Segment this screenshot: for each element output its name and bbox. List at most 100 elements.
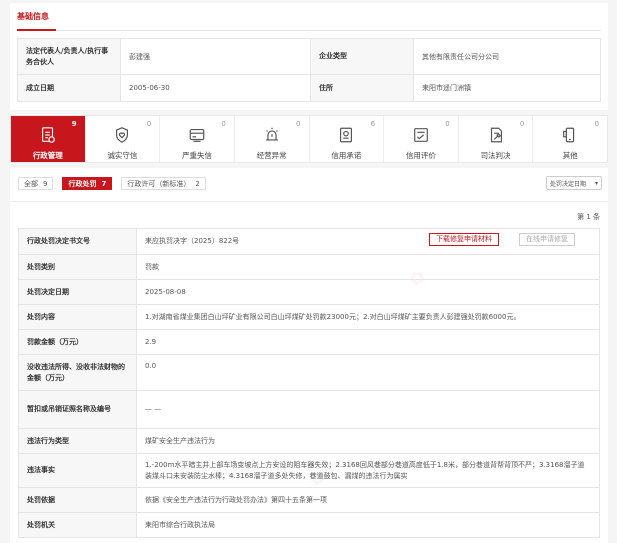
chevron-down-icon: ▾ bbox=[594, 180, 598, 187]
filter-all[interactable]: 全部 9 bbox=[18, 177, 54, 190]
decision-no-label: 行政处罚决定书文号 bbox=[18, 228, 137, 255]
table-row: 违法事实 1.-200m水平暗主井上部车场变坡点上方安设的阻车器失效；2.316… bbox=[18, 453, 600, 488]
tab-label: 其他 bbox=[562, 151, 578, 160]
tab-count: 0 bbox=[445, 120, 450, 128]
badge-doc-icon bbox=[336, 125, 356, 145]
table-row: 处罚类别 罚款 bbox=[18, 254, 600, 280]
penalty-basis-value: 依据《安全生产违法行为行政处罚办法》第四十五条第一项 bbox=[136, 487, 600, 513]
tab-admin-management[interactable]: 9 行政管理 bbox=[11, 116, 86, 162]
tab-count: 6 bbox=[370, 120, 376, 128]
fine-amount-value: 2.9 bbox=[136, 329, 600, 355]
tab-other[interactable]: 0 其他 bbox=[533, 116, 607, 162]
shield-heart-icon bbox=[112, 125, 132, 145]
penalty-authority-value: 耒阳市综合行政执法局 bbox=[136, 512, 600, 538]
table-row: 暂扣或吊销证照名称及编号 — — bbox=[18, 390, 600, 429]
penalty-type-value: 罚款 bbox=[136, 254, 600, 280]
confiscation-label: 没收违法所得、没收非法财物的金额（万元） bbox=[18, 354, 137, 391]
violation-facts-value: 1.-200m水平暗主井上部车场变坡点上方安设的阻车器失效；2.3168回风巷部… bbox=[136, 453, 600, 488]
filter-count: 2 bbox=[195, 179, 200, 188]
online-repair-button[interactable]: 在线申请修复 bbox=[519, 233, 575, 246]
tab-label: 司法判决 bbox=[480, 151, 511, 160]
gavel-doc-icon bbox=[486, 125, 506, 145]
table-row: 处罚内容 1.对湖南省煤业集团白山坪矿业有限公司白山坪煤矿处罚款23000元；2… bbox=[18, 304, 600, 330]
company-type-label: 企业类型 bbox=[310, 38, 414, 75]
table-row: 违法行为类型 煤矿安全生产违法行为 bbox=[18, 428, 600, 454]
tab-honest-credit[interactable]: 0 诚实守信 bbox=[86, 116, 161, 162]
tab-count: 0 bbox=[594, 120, 599, 128]
tab-count: 0 bbox=[146, 120, 152, 128]
card-alert-icon bbox=[187, 125, 207, 145]
table-row: 处罚依据 依据《安全生产违法行为行政处罚办法》第四十五条第一项 bbox=[18, 487, 600, 513]
legal-rep-label: 法定代表人/负责人/执行事务合伙人 bbox=[17, 38, 121, 75]
alarm-light-icon bbox=[262, 125, 282, 145]
decision-no-cell: 耒应执罚决字（2025）822号 下载修复申请材料 在线申请修复 bbox=[136, 228, 600, 255]
tab-label: 行政管理 bbox=[32, 151, 63, 160]
penalty-content-label: 处罚内容 bbox=[18, 304, 137, 330]
basic-info-card: 基础信息 法定代表人/负责人/执行事务合伙人 彭建强 企业类型 其他有限责任公司… bbox=[10, 3, 608, 110]
tab-serious-dishonest[interactable]: 0 严重失信 bbox=[160, 116, 235, 162]
filter-count: 7 bbox=[101, 179, 107, 188]
table-row: 罚款金额（万元） 2.9 bbox=[18, 329, 600, 355]
address-value: 耒阳市遥门洲镇 bbox=[413, 74, 601, 102]
tab-label: 信用承诺 bbox=[331, 151, 362, 160]
license-revoke-value: — — bbox=[136, 390, 600, 429]
tab-label: 严重失信 bbox=[182, 151, 213, 160]
filter-count: 9 bbox=[43, 179, 48, 188]
penalty-authority-label: 处罚机关 bbox=[18, 512, 137, 538]
table-row: 法定代表人/负责人/执行事务合伙人 彭建强 企业类型 其他有限责任公司分公司 bbox=[17, 38, 601, 75]
violation-type-label: 违法行为类型 bbox=[18, 428, 137, 454]
filter-chips: 全部 9 行政处罚 7 行政许可（新标准） 2 bbox=[18, 177, 206, 190]
founded-date-value: 2005-06-30 bbox=[120, 74, 311, 102]
content-divider bbox=[10, 201, 608, 202]
violation-facts-label: 违法事实 bbox=[18, 453, 137, 488]
penalty-content-value: 1.对湖南省煤业集团白山坪矿业有限公司白山坪煤矿处罚款23000元；2.对白山坪… bbox=[136, 304, 600, 330]
sort-select[interactable]: 处罚决定日期 ▾ bbox=[546, 176, 602, 190]
file-list-icon bbox=[38, 125, 58, 145]
sort-label: 处罚决定日期 bbox=[550, 180, 587, 188]
tab-label: 经营异常 bbox=[256, 151, 287, 160]
penalty-date-value: 2025-08-08 bbox=[136, 279, 600, 305]
license-revoke-label: 暂扣或吊销证照名称及编号 bbox=[18, 390, 137, 429]
filter-admin-license[interactable]: 行政许可（新标准） 2 bbox=[121, 177, 206, 190]
penalty-basis-label: 处罚依据 bbox=[18, 487, 137, 513]
filter-label: 全部 bbox=[24, 179, 38, 188]
penalty-detail-table: 行政处罚决定书文号 耒应执罚决字（2025）822号 下载修复申请材料 在线申请… bbox=[18, 228, 600, 538]
legal-rep-value: 彭建强 bbox=[120, 38, 311, 75]
tab-abnormal-operation[interactable]: 0 经营异常 bbox=[235, 116, 310, 162]
table-row: 处罚机关 耒阳市综合行政执法局 bbox=[18, 512, 600, 538]
company-type-value: 其他有限责任公司分公司 bbox=[413, 38, 601, 75]
rating-icon bbox=[411, 125, 431, 145]
table-row: 没收违法所得、没收非法财物的金额（万元） 0.0 bbox=[18, 354, 600, 391]
tab-count: 0 bbox=[296, 120, 301, 128]
filter-admin-penalty[interactable]: 行政处罚 7 bbox=[62, 177, 113, 190]
records-card: ✿ ✿ ✿ 全部 9 行政处罚 7 行政许可（新标准） 2 处罚决定日期 ▾ 第… bbox=[10, 168, 608, 543]
title-underline bbox=[17, 29, 56, 31]
filter-label: 行政处罚 bbox=[68, 179, 97, 188]
table-row: 处罚决定日期 2025-08-08 bbox=[18, 279, 600, 305]
tab-judicial-judgment[interactable]: 0 司法判决 bbox=[459, 116, 534, 162]
tab-label: 信用评价 bbox=[405, 151, 436, 160]
decision-no-value: 耒应执罚决字（2025）822号 bbox=[145, 237, 240, 245]
tab-credit-commitment[interactable]: 6 信用承诺 bbox=[310, 116, 385, 162]
fine-amount-label: 罚款金额（万元） bbox=[18, 329, 137, 355]
basic-info-table: 法定代表人/负责人/执行事务合伙人 彭建强 企业类型 其他有限责任公司分公司 成… bbox=[17, 38, 601, 102]
record-count: 第 1 条 bbox=[577, 213, 600, 221]
violation-type-value: 煤矿安全生产违法行为 bbox=[136, 428, 600, 454]
section-title: 基础信息 bbox=[17, 12, 49, 21]
penalty-date-label: 处罚决定日期 bbox=[18, 279, 137, 305]
tab-credit-evaluation[interactable]: 0 信用评价 bbox=[384, 116, 459, 162]
penalty-type-label: 处罚类别 bbox=[18, 254, 137, 280]
download-repair-button[interactable]: 下载修复申请材料 bbox=[429, 233, 499, 246]
tab-count: 0 bbox=[519, 120, 525, 128]
phone-icon bbox=[560, 125, 580, 145]
table-row: 行政处罚决定书文号 耒应执罚决字（2025）822号 下载修复申请材料 在线申请… bbox=[18, 228, 600, 255]
address-label: 住所 bbox=[310, 74, 414, 102]
section-divider bbox=[17, 30, 601, 31]
category-tabs: 9 行政管理 0 诚实守信 0 严重失信 0 经营异常 6 信用承诺 0 信用评… bbox=[10, 115, 608, 163]
tab-count: 9 bbox=[71, 120, 77, 128]
tab-label: 诚实守信 bbox=[107, 151, 138, 160]
founded-date-label: 成立日期 bbox=[17, 74, 121, 102]
tab-count: 0 bbox=[221, 120, 226, 128]
confiscation-value: 0.0 bbox=[136, 354, 600, 391]
filter-label: 行政许可（新标准） bbox=[127, 179, 191, 188]
